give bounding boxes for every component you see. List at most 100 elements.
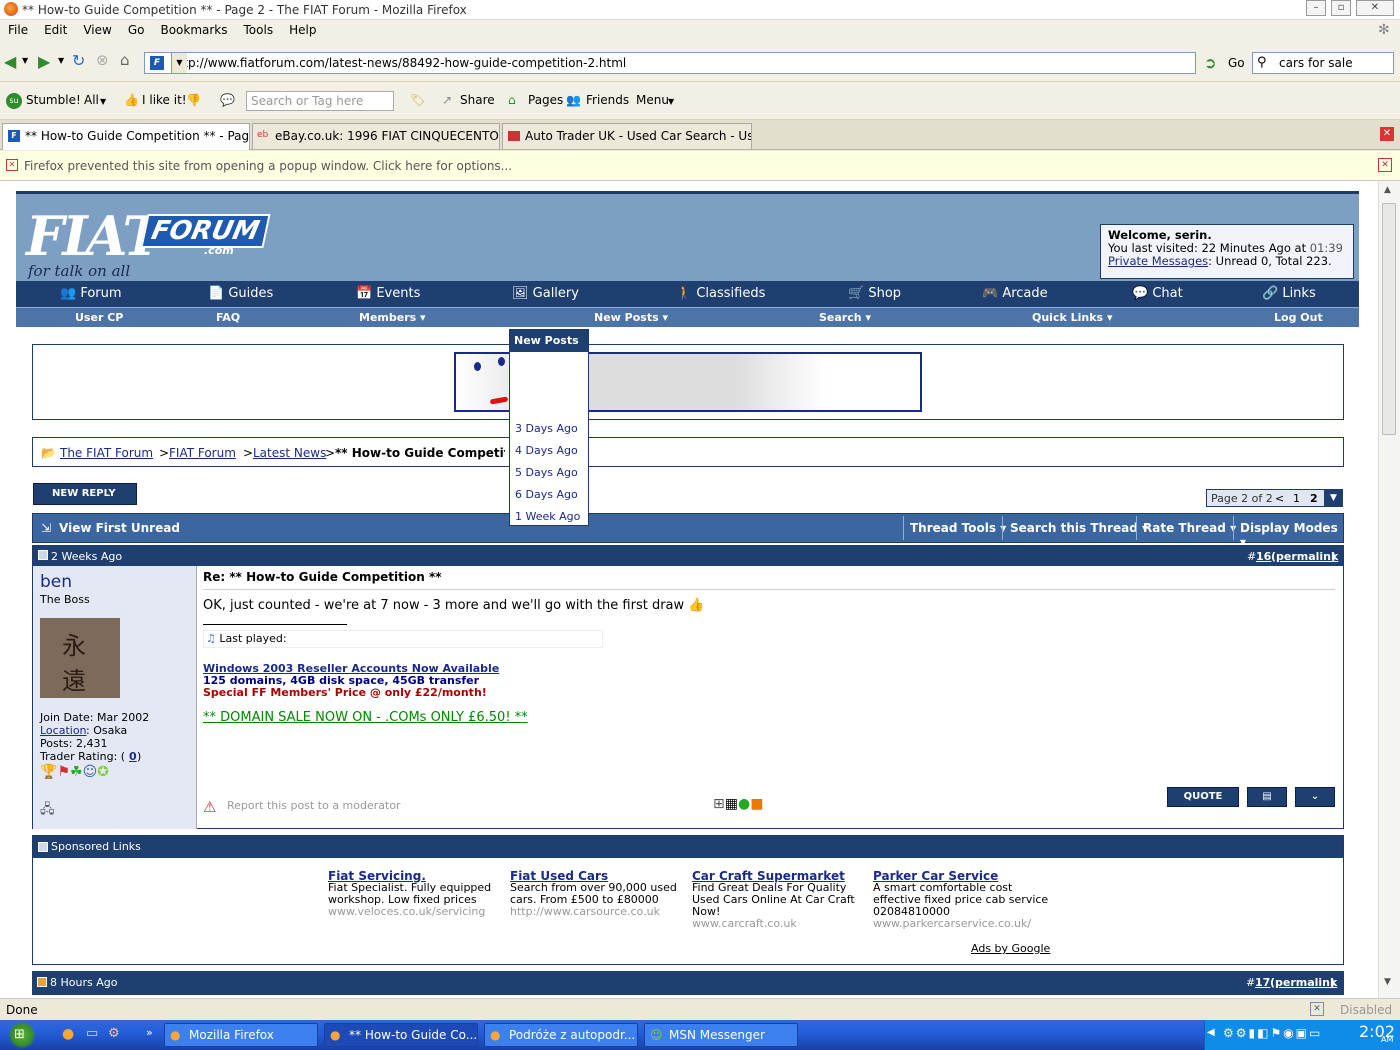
go-button[interactable]: Go bbox=[1228, 56, 1245, 70]
ad-fiat-servicing[interactable]: Fiat Servicing. Fiat Specialist. Fully e… bbox=[328, 870, 508, 918]
dropdown-option[interactable]: 1 Week Ago bbox=[515, 510, 580, 523]
go-icon[interactable]: ➲ bbox=[1204, 54, 1217, 72]
menu-button[interactable]: Menu bbox=[636, 93, 669, 107]
ads-by-google-link[interactable]: Ads by Google bbox=[971, 942, 1050, 955]
location-link[interactable]: Location bbox=[40, 724, 87, 737]
private-messages-link[interactable]: Private Messages bbox=[1108, 254, 1208, 268]
taskbar-msn-messenger[interactable]: ☺ MSN Messenger bbox=[644, 1023, 798, 1047]
subnav-faq[interactable]: FAQ bbox=[216, 311, 240, 324]
digg-icon[interactable]: ▦ bbox=[725, 796, 738, 812]
like-button[interactable]: I like it! bbox=[142, 93, 187, 107]
all-dropdown[interactable]: All bbox=[84, 93, 99, 107]
dropdown-option[interactable]: 4 Days Ago bbox=[515, 444, 578, 457]
nav-links[interactable]: 🔗 Links bbox=[1262, 286, 1316, 301]
ad-fiat-used-cars[interactable]: Fiat Used Cars Search from over 90,000 u… bbox=[510, 870, 690, 918]
popup-blocked-status-icon[interactable]: ✕ bbox=[1310, 1002, 1324, 1016]
menu-dropdown-icon[interactable]: ▼ bbox=[668, 97, 674, 106]
popup-blocked-bar[interactable]: ✕ Firefox prevented this site from openi… bbox=[0, 151, 1400, 181]
pages-button[interactable]: Pages bbox=[528, 93, 563, 107]
multi-quote-button[interactable]: ▤ bbox=[1247, 787, 1287, 807]
report-post-link[interactable]: Report this post to a moderator bbox=[227, 799, 401, 812]
vertical-scrollbar[interactable]: ▲ ▼ bbox=[1378, 181, 1400, 998]
nav-classifieds[interactable]: 🚶 Classifieds bbox=[676, 286, 765, 301]
ad-url[interactable]: www.carcraft.co.uk bbox=[692, 918, 872, 930]
web-search-box[interactable]: ⚲ cars for sale bbox=[1252, 52, 1394, 74]
prev-page-link[interactable]: < bbox=[1275, 492, 1284, 505]
back-dropdown-icon[interactable]: ▼ bbox=[22, 56, 28, 65]
permalink-link[interactable]: permalink bbox=[1276, 550, 1338, 563]
breadcrumb-latest-news[interactable]: Latest News bbox=[253, 446, 326, 460]
breadcrumb-fiat-forum[interactable]: FIAT Forum bbox=[169, 446, 236, 460]
subnav-user-cp[interactable]: User CP bbox=[75, 311, 123, 324]
url-history-dropdown-icon[interactable]: ▼ bbox=[171, 53, 187, 73]
post-number-link[interactable]: 16 bbox=[1256, 550, 1271, 563]
reload-icon[interactable]: ↻ bbox=[72, 51, 85, 70]
ad-car-craft[interactable]: Car Craft Supermarket Find Great Deals F… bbox=[692, 870, 872, 930]
stumble-button[interactable]: Stumble! bbox=[26, 93, 81, 107]
tag-search-input[interactable]: Search or Tag here bbox=[246, 91, 394, 111]
subnav-log-out[interactable]: Log Out bbox=[1274, 311, 1323, 324]
page-1-link[interactable]: 1 bbox=[1293, 492, 1300, 505]
nav-forum[interactable]: 👥 Forum bbox=[60, 286, 122, 301]
quote-button[interactable]: QUOTE bbox=[1167, 787, 1239, 807]
quicklaunch-firefox-icon[interactable]: ● bbox=[62, 1026, 74, 1042]
avatar[interactable]: 永遠 bbox=[40, 618, 120, 698]
popup-blocked-text[interactable]: Firefox prevented this site from opening… bbox=[24, 159, 512, 173]
thread-tools-menu[interactable]: Thread Tools ▾ bbox=[910, 521, 1006, 535]
all-dropdown-icon[interactable]: ▼ bbox=[100, 97, 106, 106]
scroll-up-icon[interactable]: ▲ bbox=[1384, 185, 1391, 195]
search-thread-menu[interactable]: Search this Thread ▾ bbox=[1010, 521, 1148, 535]
tab-fiat-forum[interactable]: F ** How-to Guide Competition ** - Pag..… bbox=[2, 123, 250, 150]
tab-ebay[interactable]: eb eBay.co.uk: 1996 FIAT CINQUECENTO SP.… bbox=[252, 123, 500, 149]
new-reply-button[interactable]: NEW REPLY bbox=[33, 483, 137, 505]
tab-autotrader[interactable]: Auto Trader UK - Used Car Search - Used.… bbox=[502, 123, 752, 149]
quicklaunch-app-icon[interactable]: ⚙ bbox=[108, 1026, 120, 1041]
url-bar[interactable]: F http://www.fiatforum.com/latest-news/8… bbox=[144, 52, 1196, 74]
subnav-quick-links[interactable]: Quick Links ▾ bbox=[1032, 311, 1112, 324]
comment-icon[interactable]: 💬 bbox=[220, 93, 235, 107]
dropdown-option[interactable]: 6 Days Ago bbox=[515, 488, 578, 501]
dropdown-option[interactable]: 5 Days Ago bbox=[515, 466, 578, 479]
quicklaunch-more-icon[interactable]: » bbox=[146, 1026, 153, 1039]
tag-icon[interactable]: 🏷 bbox=[410, 93, 425, 107]
back-icon[interactable]: ◀ bbox=[4, 52, 16, 71]
share-button[interactable]: Share bbox=[460, 93, 495, 107]
dropdown-option[interactable]: 3 Days Ago bbox=[515, 422, 578, 435]
web-search-value[interactable]: cars for sale bbox=[1279, 56, 1353, 70]
menu-help[interactable]: Help bbox=[281, 20, 324, 37]
menu-view[interactable]: View bbox=[75, 20, 119, 37]
ad-url[interactable]: www.parkercarservice.co.uk/ bbox=[873, 918, 1053, 930]
quicklaunch-desktop-icon[interactable]: ▭ bbox=[86, 1026, 98, 1041]
furl-icon[interactable]: ■ bbox=[750, 796, 763, 812]
delicious-icon[interactable]: ⊞ bbox=[713, 796, 725, 812]
rate-thread-menu[interactable]: Rate Thread ▾ bbox=[1143, 521, 1236, 535]
taskbar-podroze[interactable]: ● Podróże z autopodr... bbox=[484, 1023, 638, 1047]
start-button[interactable]: ⊞ bbox=[0, 1020, 50, 1050]
nav-arcade[interactable]: 🎮 Arcade bbox=[982, 286, 1048, 301]
close-tab-icon[interactable]: ✕ bbox=[1380, 127, 1394, 141]
scroll-down-icon[interactable]: ▼ bbox=[1384, 977, 1391, 987]
fiat-forum-logo[interactable]: FIAT FORUM .com for talk on all things f… bbox=[26, 204, 271, 298]
menu-edit[interactable]: Edit bbox=[36, 20, 75, 37]
domain-sale-link[interactable]: ** DOMAIN SALE NOW ON - .COMs ONLY £6.50… bbox=[203, 710, 528, 725]
taskbar-fiat-forum[interactable]: ● ** How-to Guide Co... bbox=[324, 1023, 478, 1047]
close-button[interactable]: ✕ bbox=[1356, 0, 1394, 16]
nav-gallery[interactable]: 🖼 Gallery bbox=[512, 286, 579, 301]
scrollbar-thumb[interactable] bbox=[1382, 203, 1396, 435]
menu-tools[interactable]: Tools bbox=[236, 20, 282, 37]
username-link[interactable]: ben bbox=[40, 572, 72, 592]
page-jump-icon[interactable]: ▼ bbox=[1324, 490, 1343, 506]
subnav-members[interactable]: Members ▾ bbox=[359, 311, 426, 324]
nav-events[interactable]: 📅 Events bbox=[356, 286, 420, 301]
tray-icons[interactable]: ⚙⚙▮◧⚑◉▣▭ bbox=[1223, 1026, 1322, 1040]
maximize-button[interactable]: ▫ bbox=[1331, 0, 1351, 16]
nav-shop[interactable]: 🛒 Shop bbox=[848, 286, 901, 301]
trader-rating-link[interactable]: 0 bbox=[129, 750, 137, 763]
subnav-new-posts[interactable]: New Posts ▾ bbox=[594, 311, 668, 324]
menu-file[interactable]: File bbox=[0, 20, 36, 37]
status-disabled-text[interactable]: Disabled bbox=[1340, 1003, 1392, 1017]
permalink-link[interactable]: permalink bbox=[1275, 976, 1337, 989]
nav-guides[interactable]: 📄 Guides bbox=[208, 286, 273, 301]
thumbs-up-icon[interactable]: 👍 bbox=[124, 93, 139, 107]
technorati-icon[interactable]: ● bbox=[738, 796, 750, 812]
